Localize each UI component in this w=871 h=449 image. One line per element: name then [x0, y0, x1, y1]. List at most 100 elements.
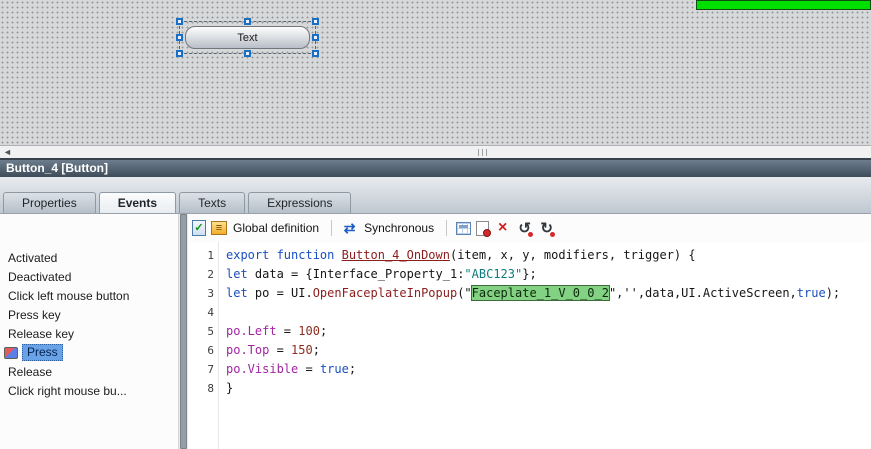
selection-handle-w[interactable]	[176, 34, 183, 41]
code-segment: let	[226, 286, 255, 300]
global-definition-label: Global definition	[233, 221, 319, 235]
event-item-deactivated[interactable]: Deactivated	[0, 267, 178, 286]
scrollbar-thumb[interactable]	[180, 214, 187, 449]
insert-snippet-icon[interactable]	[476, 221, 489, 236]
event-item-release[interactable]: Release	[0, 362, 178, 381]
selection-box[interactable]: Text	[179, 21, 316, 54]
code-segment: =	[269, 343, 291, 357]
event-item-label: Release	[8, 365, 52, 379]
code-line-4[interactable]: 4	[188, 303, 871, 322]
design-canvas[interactable]: Text	[0, 0, 871, 145]
line-number: 1	[188, 246, 214, 265]
code-segment: ;	[313, 343, 320, 357]
code-segment: ;	[349, 362, 356, 376]
code-line-7[interactable]: 7po.Visible = true;	[188, 360, 871, 379]
event-item-click-right-mouse-bu-[interactable]: Click right mouse bu...	[0, 381, 178, 400]
code-segment: 100	[298, 324, 320, 338]
code-segment: =	[277, 324, 299, 338]
event-item-click-left-mouse-button[interactable]: Click left mouse button	[0, 286, 178, 305]
toolbar-separator	[331, 220, 332, 236]
code-templates-icon[interactable]	[456, 222, 471, 235]
code-line-1[interactable]: 1export function Button_4_OnDown(item, x…	[188, 246, 871, 265]
line-number: 7	[188, 360, 214, 379]
code-line-8[interactable]: 8}	[188, 379, 871, 398]
code-segment: };	[522, 267, 536, 281]
tab-properties[interactable]: Properties	[3, 192, 96, 213]
tab-expressions[interactable]: Expressions	[248, 192, 351, 213]
tab-label: Events	[118, 196, 157, 210]
undo-icon[interactable]: ↺	[516, 220, 533, 237]
delete-code-icon[interactable]: ×	[494, 220, 511, 237]
selection-handle-ne[interactable]	[312, 18, 319, 25]
code-text: po.Left = 100;	[214, 322, 327, 341]
green-rectangle-object[interactable]	[696, 0, 871, 10]
code-segment: (item, x, y, modifiers, trigger) {	[450, 248, 696, 262]
event-item-press-key[interactable]: Press key	[0, 305, 178, 324]
check-glyph: ✓	[194, 223, 203, 234]
tab-label: Texts	[198, 196, 226, 210]
code-text	[214, 303, 226, 322]
event-item-press[interactable]: Press	[0, 343, 178, 362]
script-toolbar: ✓ ≡ Global definition ⇄ Synchronous × ↺ …	[188, 214, 871, 242]
selection-handle-s[interactable]	[244, 50, 251, 57]
tab-texts[interactable]: Texts	[179, 192, 245, 213]
tab-label: Properties	[22, 196, 77, 210]
selection-handle-n[interactable]	[244, 18, 251, 25]
code-segment: 150	[291, 343, 313, 357]
code-segment: ;	[320, 324, 327, 338]
code-text: let po = UI.OpenFaceplateInPopup("Facepl…	[214, 284, 840, 303]
code-area[interactable]: 1export function Button_4_OnDown(item, x…	[188, 242, 871, 449]
screen-editor-window: Text ◄ Button_4 [Button] Properties Event…	[0, 0, 871, 449]
line-number: 5	[188, 322, 214, 341]
line-number: 6	[188, 341, 214, 360]
event-item-activated[interactable]: Activated	[0, 248, 178, 267]
selection-handle-e[interactable]	[312, 34, 319, 41]
code-segment: po.Top	[226, 343, 269, 357]
event-list-scrollbar[interactable]	[178, 214, 188, 449]
scroll-left-arrow-icon[interactable]: ◄	[3, 146, 12, 158]
script-editor-pane: ✓ ≡ Global definition ⇄ Synchronous × ↺ …	[188, 214, 871, 449]
code-line-2[interactable]: 2let data = {Interface_Property_1:"ABC12…	[188, 265, 871, 284]
code-segment: data = {Interface_Property_1:	[255, 267, 465, 281]
inspector-titlebar: Button_4 [Button]	[0, 158, 871, 177]
selection-handle-nw[interactable]	[176, 18, 183, 25]
selection-handle-sw[interactable]	[176, 50, 183, 57]
code-segment: let	[226, 267, 255, 281]
check-script-icon[interactable]: ✓	[192, 220, 206, 236]
tab-events[interactable]: Events	[99, 192, 176, 213]
code-text: export function Button_4_OnDown(item, x,…	[214, 246, 696, 265]
code-text: }	[214, 379, 233, 398]
code-line-6[interactable]: 6 po.Top = 150;	[188, 341, 871, 360]
tab-label: Expressions	[267, 196, 332, 210]
global-definition-icon[interactable]: ≡	[211, 221, 227, 235]
event-list: Activated Deactivated Click left mouse but…	[0, 214, 178, 449]
event-item-release-key[interactable]: Release key	[0, 324, 178, 343]
code-segment: po = UI.	[255, 286, 313, 300]
code-segment: po.Left	[226, 324, 277, 338]
synchronous-icon[interactable]: ⇄	[341, 220, 358, 237]
inspector-title: Button_4 [Button]	[6, 161, 108, 175]
tab-strip: Properties Events Texts Expressions	[3, 192, 351, 213]
redo-icon[interactable]: ↻	[538, 220, 555, 237]
inspector-content: Activated Deactivated Click left mouse but…	[0, 213, 871, 449]
code-text: let data = {Interface_Property_1:"ABC123…	[214, 265, 537, 284]
canvas-hscrollbar[interactable]: ◄	[0, 145, 871, 158]
code-segment: OpenFaceplateInPopup	[313, 286, 458, 300]
button-widget[interactable]: Text	[185, 26, 310, 49]
event-item-label: Click left mouse button	[8, 289, 129, 303]
code-text: po.Visible = true;	[214, 360, 356, 379]
code-segment: }	[226, 381, 233, 395]
code-segment: po.Visible	[226, 362, 298, 376]
event-script-icon	[4, 347, 18, 359]
toolbar-separator	[446, 220, 447, 236]
scrollbar-grip-icon[interactable]	[478, 149, 489, 156]
event-item-label: Press key	[8, 308, 61, 322]
line-number: 3	[188, 284, 214, 303]
code-line-5[interactable]: 5po.Left = 100;	[188, 322, 871, 341]
selection-handle-se[interactable]	[312, 50, 319, 57]
code-line-3[interactable]: 3let po = UI.OpenFaceplateInPopup("Facep…	[188, 284, 871, 303]
code-segment: "ABC123"	[464, 267, 522, 281]
event-item-label: Deactivated	[8, 270, 71, 284]
code-segment: export function	[226, 248, 342, 262]
code-segment: true	[320, 362, 349, 376]
